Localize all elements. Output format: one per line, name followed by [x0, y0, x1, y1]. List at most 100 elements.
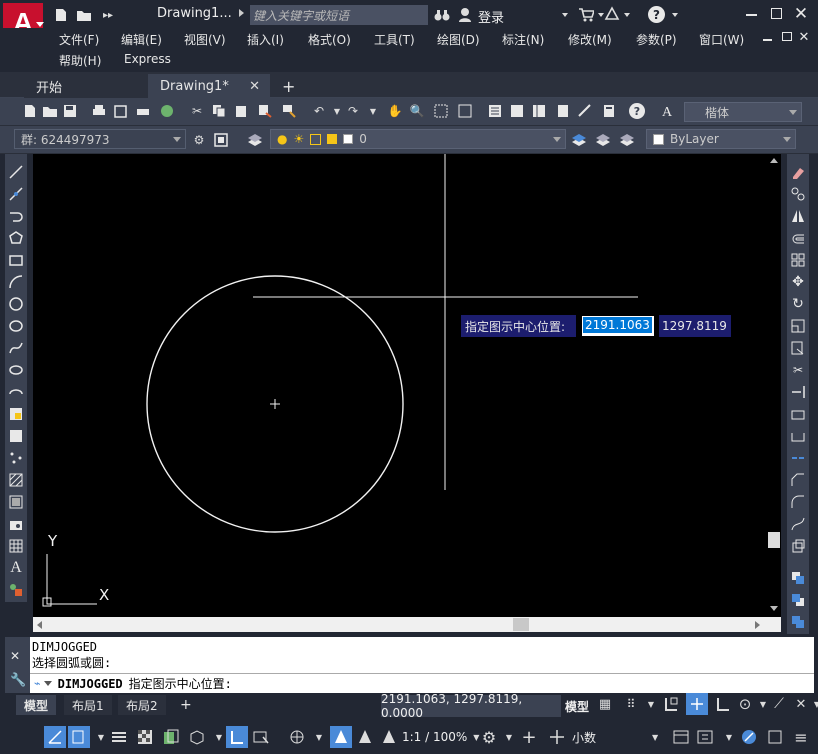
- break-at-point-icon[interactable]: [790, 406, 806, 422]
- scale-icon[interactable]: [790, 318, 806, 334]
- point-icon[interactable]: [8, 450, 24, 466]
- menu-express[interactable]: Express: [124, 52, 171, 66]
- sun-icon[interactable]: ☀: [293, 132, 304, 146]
- freeze-viewport-icon[interactable]: [310, 133, 322, 145]
- gear-icon[interactable]: ⚙: [190, 131, 208, 149]
- pan-icon[interactable]: ✋: [386, 102, 404, 120]
- region-icon[interactable]: [8, 516, 24, 532]
- dynamic-input-y-field[interactable]: 1297.8119: [659, 315, 731, 337]
- mirror-icon[interactable]: [790, 208, 806, 224]
- explode-icon[interactable]: [790, 538, 806, 554]
- menu-tools[interactable]: 工具(T): [374, 31, 415, 48]
- paintbrush-icon[interactable]: [280, 102, 298, 120]
- graphics-performance-icon[interactable]: [738, 726, 760, 748]
- lineweight-icon[interactable]: [108, 726, 130, 748]
- arc-icon[interactable]: [8, 274, 24, 290]
- undo-icon[interactable]: ↶: [310, 102, 328, 120]
- tab-close-icon[interactable]: ✕: [249, 79, 260, 94]
- command-input[interactable]: ⌁ DIMJOGGED 指定图示中心位置:: [30, 673, 814, 693]
- plot-icon[interactable]: [90, 102, 108, 120]
- plot-preview-icon[interactable]: [112, 102, 130, 120]
- model-space-toggle[interactable]: 模型: [565, 695, 589, 717]
- open-icon[interactable]: [41, 102, 59, 120]
- login-dropdown-icon[interactable]: [562, 13, 568, 17]
- tool-palettes-icon[interactable]: [530, 102, 548, 120]
- command-customize-icon[interactable]: 🔧: [10, 673, 26, 688]
- break-icon[interactable]: [790, 428, 806, 444]
- transparency-icon[interactable]: [134, 726, 156, 748]
- menu-help[interactable]: 帮助(H): [59, 52, 101, 69]
- design-center-icon[interactable]: [508, 102, 526, 120]
- add-selected-icon[interactable]: [8, 582, 24, 598]
- zoom-previous-icon[interactable]: [456, 102, 474, 120]
- menu-draw[interactable]: 绘图(D): [437, 31, 480, 48]
- autoscale-icon[interactable]: [354, 726, 376, 748]
- ortho-mode-icon[interactable]: [712, 693, 734, 715]
- paste-icon[interactable]: [232, 102, 250, 120]
- customize-status-icon[interactable]: ≡: [790, 726, 812, 748]
- tab-layout1[interactable]: 布局1: [64, 695, 112, 715]
- make-block-icon[interactable]: [8, 428, 24, 444]
- help-icon[interactable]: ?: [648, 6, 665, 23]
- add-layout-button[interactable]: +: [172, 695, 200, 715]
- search-arrow-icon[interactable]: [239, 9, 244, 17]
- maximize-button[interactable]: [771, 8, 782, 19]
- annotation-visibility-icon[interactable]: [330, 726, 352, 748]
- help-toolbar-icon[interactable]: ?: [628, 102, 646, 120]
- redo-icon[interactable]: ↷: [344, 102, 362, 120]
- lock-ui-icon[interactable]: [694, 726, 716, 748]
- command-close-icon[interactable]: ✕: [10, 649, 20, 663]
- isolate-objects-icon[interactable]: [546, 726, 568, 748]
- annotation-scale-combo[interactable]: 1:1 / 100% ▼: [402, 726, 479, 748]
- rotate-icon[interactable]: ↻: [790, 296, 806, 312]
- redo-dropdown-icon[interactable]: ▼: [364, 102, 382, 120]
- zoom-realtime-icon[interactable]: 🔍: [408, 102, 426, 120]
- lightbulb-icon[interactable]: ●: [277, 132, 287, 146]
- make-current-layer-icon[interactable]: [570, 131, 588, 149]
- share-dropdown-icon[interactable]: [624, 13, 630, 17]
- chamfer-icon[interactable]: [790, 472, 806, 488]
- dynamic-ucs-icon[interactable]: [226, 726, 248, 748]
- dynamic-input-x-field[interactable]: 2191.1063: [582, 316, 654, 336]
- chevron-down-icon[interactable]: [43, 681, 52, 686]
- menu-modify[interactable]: 修改(M): [568, 31, 612, 48]
- object-snap-icon[interactable]: [44, 726, 66, 748]
- table-icon[interactable]: [8, 538, 24, 554]
- layer-properties-icon[interactable]: [246, 131, 264, 149]
- 3d-object-snap-icon[interactable]: [186, 726, 208, 748]
- scroll-down-icon[interactable]: [770, 606, 778, 611]
- ellipse-arc-icon[interactable]: [8, 384, 24, 400]
- draw-order-back-icon[interactable]: [790, 592, 806, 608]
- add-scale-icon[interactable]: +: [518, 726, 540, 748]
- object-snap-dropdown-icon[interactable]: ▼: [806, 693, 818, 715]
- doc-restore-button[interactable]: [782, 32, 792, 41]
- user-icon[interactable]: [458, 7, 472, 23]
- share-icon[interactable]: [604, 6, 620, 22]
- infer-constraints-icon[interactable]: [660, 693, 682, 715]
- minimize-button[interactable]: [746, 14, 757, 16]
- scroll-up-icon[interactable]: [770, 158, 778, 163]
- vertical-scroll-thumb[interactable]: [768, 532, 780, 548]
- units-combo[interactable]: 小数 ▼: [572, 726, 662, 748]
- cut-icon[interactable]: ✂: [188, 102, 206, 120]
- sheet-set-icon[interactable]: [554, 102, 572, 120]
- rectangle-icon[interactable]: [8, 252, 24, 268]
- scroll-right-icon[interactable]: [755, 621, 760, 629]
- tab-model[interactable]: 模型: [16, 695, 57, 715]
- coordinates-display[interactable]: 2191.1063, 1297.8119, 0.0000: [381, 692, 561, 720]
- extend-icon[interactable]: [790, 384, 806, 400]
- ellipse-icon[interactable]: [8, 362, 24, 378]
- insert-block-icon[interactable]: [8, 406, 24, 422]
- help-dropdown-icon[interactable]: [672, 13, 678, 17]
- lock-icon[interactable]: [327, 134, 338, 144]
- save-icon[interactable]: [61, 102, 79, 120]
- offset-icon[interactable]: [790, 230, 806, 246]
- vertical-scrollbar[interactable]: [767, 154, 781, 617]
- menu-insert[interactable]: 插入(I): [247, 31, 284, 48]
- menu-edit[interactable]: 编辑(E): [121, 31, 162, 48]
- annotation-scale-icon[interactable]: [378, 726, 400, 748]
- selection-filter-icon[interactable]: [250, 726, 272, 748]
- qnew-icon[interactable]: [21, 102, 39, 120]
- drawing-canvas[interactable]: 指定图示中心位置: 2191.1063 1297.8119 Y X: [33, 154, 767, 617]
- layer-state-icon[interactable]: [618, 131, 636, 149]
